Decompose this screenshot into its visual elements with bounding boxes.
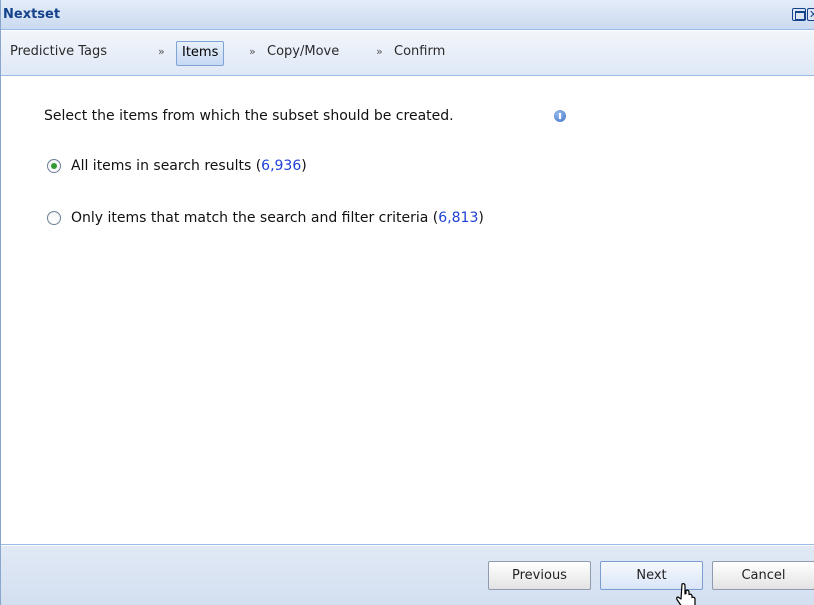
title-bar[interactable]: Nextset ✕ [1, 0, 814, 30]
breadcrumb-separator: » [376, 45, 383, 58]
info-icon[interactable] [554, 110, 566, 122]
item-count[interactable]: 6,813 [438, 210, 478, 226]
wizard-content: Select the items from which the subset s… [1, 77, 814, 545]
step-items[interactable]: Items [176, 41, 225, 66]
previous-button[interactable]: Previous [488, 561, 591, 590]
maximize-icon[interactable] [792, 8, 806, 21]
breadcrumb-separator: » [158, 45, 165, 58]
cancel-button[interactable]: Cancel [712, 561, 814, 590]
step-copy-move[interactable]: Copy/Move [267, 44, 339, 59]
radio-all-items[interactable] [47, 159, 61, 173]
breadcrumb-separator: » [249, 45, 256, 58]
item-count[interactable]: 6,936 [261, 158, 301, 174]
hand-cursor-icon [676, 583, 696, 605]
close-icon[interactable]: ✕ [807, 8, 814, 21]
step-predictive-tags[interactable]: Predictive Tags [10, 44, 107, 59]
radio-filtered-items[interactable] [47, 211, 61, 225]
step-confirm[interactable]: Confirm [394, 44, 445, 59]
option-label: Only items that match the search and fil… [71, 210, 484, 226]
nextset-dialog: Nextset ✕ Predictive Tags » Items » Copy… [0, 0, 814, 605]
instruction-text: Select the items from which the subset s… [44, 108, 454, 124]
window-title: Nextset [3, 7, 61, 22]
option-label: All items in search results (6,936) [71, 158, 307, 174]
wizard-breadcrumb: Predictive Tags » Items » Copy/Move » Co… [1, 31, 814, 76]
